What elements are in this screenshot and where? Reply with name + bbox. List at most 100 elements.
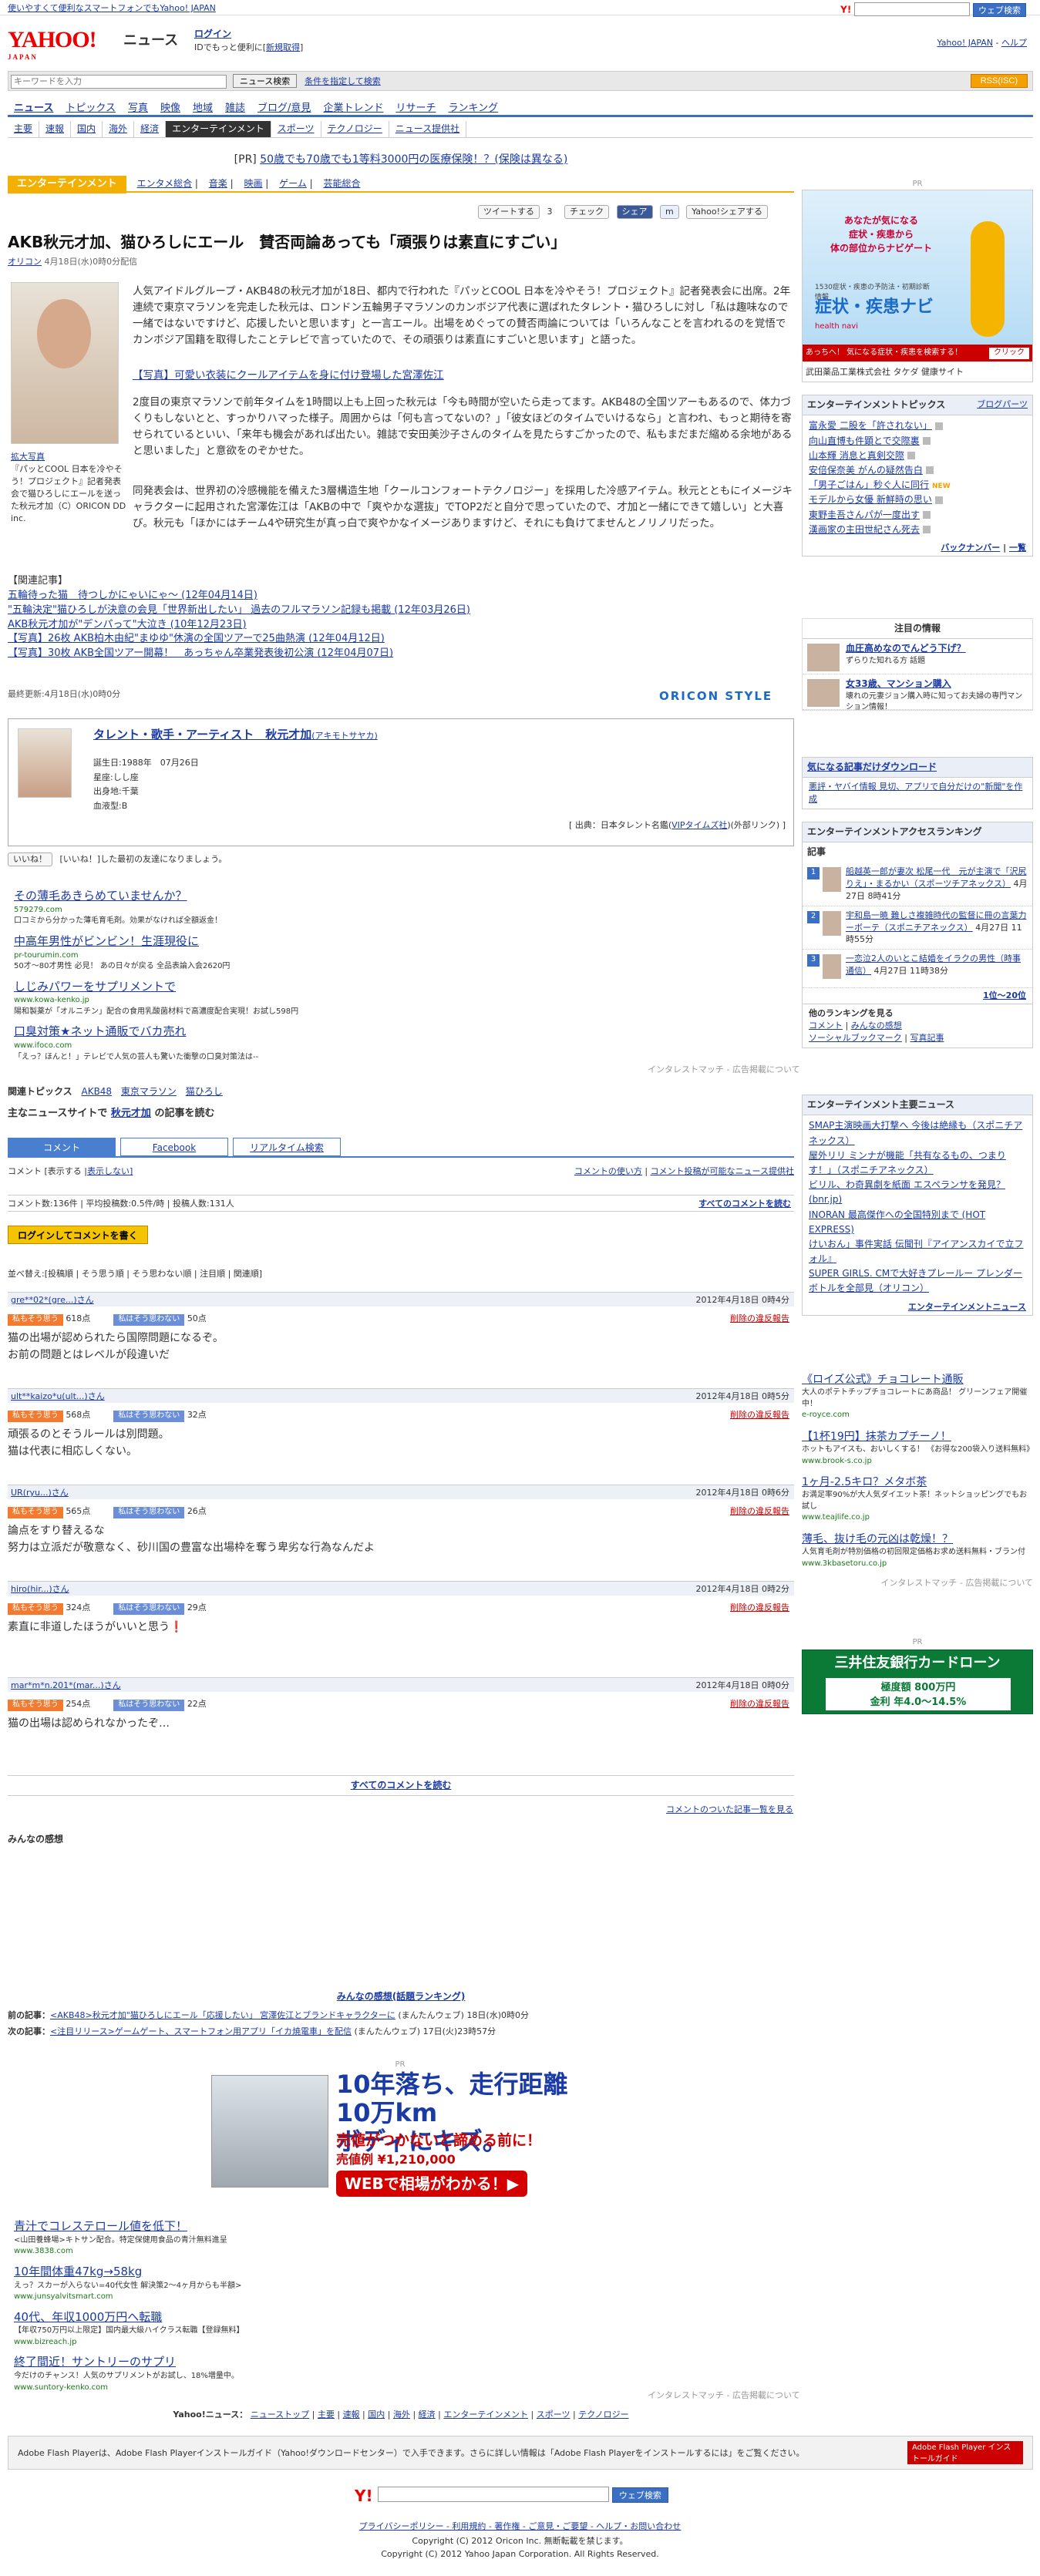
ad-disclaimer[interactable]: インタレストマッチ - 広告掲載について: [648, 1064, 800, 1076]
agree-button[interactable]: 私もそう思う: [8, 1603, 63, 1615]
main-news-link[interactable]: 秋元才加: [111, 1108, 151, 1119]
agree-button[interactable]: 私もそう思う: [8, 1507, 63, 1518]
ad-item[interactable]: 中高年男性がビンビン！生涯現役に pr-tourumin.com 50才～80才男性…: [14, 933, 785, 973]
footer-nav-link[interactable]: スポーツ: [537, 2410, 570, 2420]
profile-photo[interactable]: [18, 728, 72, 798]
backnumber-link[interactable]: バックナンバー: [941, 543, 1000, 553]
subnav-world[interactable]: 海外: [103, 121, 135, 138]
ranking-item[interactable]: 2 宇和島一暁 難しさ複雑時代の監督に冊の言葉力ーボーテ（スポニチアネックス） 4…: [803, 906, 1032, 950]
related-link[interactable]: AKB秋元才加が"デンパって"大泣き (10年12月23日): [8, 618, 794, 633]
nav-trend[interactable]: 企業トレンド: [317, 100, 389, 118]
attention-item[interactable]: 女33歳、マンション購入 壊れの元妻ジョン購入時に知ってお夫婦の専門マンション情報…: [803, 674, 1032, 711]
comment-providers-link[interactable]: コメント投稿が可能なニュース提供社: [651, 1166, 794, 1176]
rss-button[interactable]: RSS(ISC): [970, 74, 1028, 88]
topic-item[interactable]: 富永愛 二股を「許されない」: [809, 419, 1026, 433]
subnav-providers[interactable]: ニュース提供社: [389, 121, 467, 138]
comment-guide-link[interactable]: コメントの使い方: [574, 1166, 642, 1176]
ad-item[interactable]: 40代、年収1000万円へ転職 【年収750万円以上限定】国内最大級ハイクラス転職…: [14, 2309, 785, 2349]
topic-link[interactable]: 東京マラソン: [121, 1086, 177, 1097]
footer-nav-link[interactable]: 主要: [318, 2410, 335, 2420]
yahoo-top-link[interactable]: Yahoo! JAPAN: [937, 38, 993, 48]
nav-ranking[interactable]: ランキング: [442, 100, 504, 118]
disagree-button[interactable]: 私はそう思わない: [113, 1603, 185, 1615]
other-ranking-link[interactable]: 写真記事: [910, 1033, 944, 1043]
major-news-item[interactable]: INORAN 最高傑作への全国特別まで (HOT EXPRESS): [809, 1208, 1026, 1237]
nav-blog[interactable]: ブログ/意見: [251, 100, 317, 118]
topic-link[interactable]: AKB48: [81, 1086, 112, 1097]
footer-nav-link[interactable]: エンターテインメント: [443, 2410, 528, 2420]
topics-list-link[interactable]: 一覧: [1009, 543, 1026, 553]
like-button[interactable]: いいね！: [8, 853, 52, 866]
topic-item[interactable]: 東野圭吾さんパが一度出す: [809, 508, 1026, 523]
category-link[interactable]: ゲーム: [279, 178, 307, 189]
agree-button[interactable]: 私もそう思う: [8, 1314, 63, 1326]
login-to-comment-button[interactable]: ログインしてコメントを書く: [8, 1226, 148, 1244]
nav-topics[interactable]: トピックス: [59, 100, 122, 118]
ad-item[interactable]: 終了間近！サントリーのサプリ 今だけのチャンス！人気のサプリメントがお試し、18%…: [14, 2354, 785, 2393]
major-news-item[interactable]: ビリル、わ奇異劇を紙面 エスペランサを発見？ (bnr.jp): [809, 1178, 1026, 1207]
ranking-item[interactable]: 3 一恋泣2人のいとこ結婚をイラクの男性（時事通信） 4月27日 11時38分: [803, 950, 1032, 989]
report-link[interactable]: 削除の違反報告: [730, 1602, 789, 1614]
disagree-button[interactable]: 私はそう思わない: [113, 1314, 185, 1326]
ad-item[interactable]: 10年間体重47kg→58kg えっ？スカーが入らない=40代女性 解決策2～4ヶ…: [14, 2264, 785, 2303]
all-comments-link[interactable]: すべてのコメントを読む: [351, 1780, 452, 1791]
health-ad-click[interactable]: クリック: [989, 348, 1029, 359]
pr-link[interactable]: 50歳でも70歳でも1等料3000円の医療保険！？(保険は異なる): [260, 153, 567, 166]
smartphone-link[interactable]: 使いやすくて便利なスマートフォンでもYahoo! JAPAN: [8, 3, 216, 13]
other-ranking-link[interactable]: ソーシャルブックマーク: [809, 1033, 902, 1043]
profile-source-link[interactable]: VIPタイムズ社: [671, 820, 727, 830]
related-link[interactable]: 【写真】26枚 AKB柏木由紀"まゆゆ"休演の全国ツアーで25曲熱演 (12年0…: [8, 632, 794, 647]
subnav-main[interactable]: 主要: [8, 121, 40, 138]
nav-video[interactable]: 映像: [154, 100, 187, 118]
car-ad-banner[interactable]: 10年落ち、走行距離10万km ボディにキズ。 売値がつかないと諦める前に！ 売…: [211, 2070, 589, 2205]
other-ranking-link[interactable]: コメント: [809, 1021, 843, 1031]
health-ad-banner[interactable]: あなたが気になる 症状・疾患から 体の部位からナビゲート 1530症状・疾患の予…: [802, 190, 1033, 382]
topic-item[interactable]: 安倍保奈美 がんの疑然告白: [809, 463, 1026, 478]
tab-comments[interactable]: コメント: [8, 1138, 116, 1156]
next-article-link[interactable]: <注目リリース>ゲームゲート、スマートフォン用アプリ「イカ焼電車」を配信: [50, 2026, 352, 2036]
comment-user[interactable]: hiro(hir...)さん: [11, 1584, 69, 1594]
comment-user[interactable]: mar*m*n.201*(mar...)さん: [11, 1680, 121, 1690]
facebook-share-button[interactable]: シェア: [616, 205, 653, 219]
yahoo-footer-logo-icon[interactable]: Y!: [355, 2485, 373, 2507]
major-news-item[interactable]: SUPER GIRLS. CMで大好きプレールー プレンダーボトルを全部見（オリ…: [809, 1266, 1026, 1296]
article-inline-link[interactable]: 【写真】可愛い衣装にクールアイテムを身に付け登場した宮澤佐江: [133, 369, 444, 382]
footer-nav-link[interactable]: テクノロジー: [578, 2410, 628, 2420]
footer-nav-link[interactable]: 海外: [393, 2410, 410, 2420]
yahoo-share-button[interactable]: Yahoo!シェアする: [686, 205, 769, 219]
footer-links[interactable]: プライバシーポリシー - 利用規約 - 著作権 - ご意見・ご要望 - ヘルプ・…: [0, 2521, 1040, 2533]
mixi-icon[interactable]: m: [660, 205, 679, 219]
nav-magazine[interactable]: 雑誌: [219, 100, 251, 118]
footer-search-input[interactable]: [378, 2487, 609, 2502]
major-news-item[interactable]: SMAP主演映画大打撃へ 今後は絶縁も（スポニチアネックス）: [809, 1118, 1026, 1148]
category-link[interactable]: 芸能総合: [323, 178, 360, 189]
sidebar-ad-item[interactable]: 1ヶ月-2.5キロ？メタボ茶 お満足率90%が大人気ダイエット茶！ネットショッピン…: [802, 1475, 1033, 1524]
sidebar-ad-item[interactable]: 薄毛、抜け毛の元凶は乾燥！？ 人気育毛剤が特別価格の初回限定価格お求め送料無料・ブ…: [802, 1532, 1033, 1569]
ad-disclaimer[interactable]: インタレストマッチ - 広告掲載について: [648, 2389, 800, 2402]
sidebar-ad-disclaimer[interactable]: インタレストマッチ - 広告掲載について: [802, 1577, 1033, 1589]
tab-facebook[interactable]: Facebook: [120, 1138, 228, 1156]
login-link[interactable]: ログイン: [194, 29, 231, 39]
subnav-flash[interactable]: 速報: [39, 121, 72, 138]
category-link[interactable]: エンタメ総合: [136, 178, 192, 189]
footer-nav-link[interactable]: 速報: [343, 2410, 360, 2420]
major-news-item[interactable]: けいおん」事件実話 伝聞刊『アイアンスカイで立フォル』: [809, 1237, 1026, 1266]
prev-article-link[interactable]: <AKB48>秋元才加"猫ひろしにエール「応援したい」 宮澤佐江とブランドキャラ…: [50, 2010, 395, 2020]
footer-nav-link[interactable]: ニューストップ: [251, 2410, 309, 2420]
commented-articles-link[interactable]: コメントのついた記事一覧を見る: [666, 1804, 793, 1816]
major-news-more-link[interactable]: エンターテインメントニュース: [908, 1302, 1026, 1312]
topic-item[interactable]: 向山直博も件顕とで交際裏: [809, 434, 1026, 449]
flash-install-badge[interactable]: Adobe Flash Player インストールガイド: [907, 2441, 1023, 2464]
tab-realtime[interactable]: リアルタイム検索: [233, 1138, 341, 1156]
attention-item[interactable]: 血圧高めなのでんどう下げ？ ずらりた知れる方 話題: [803, 639, 1032, 675]
subnav-entertainment[interactable]: エンターテインメント: [166, 121, 271, 138]
comment-user[interactable]: gre**02*(gre...)さん: [11, 1295, 94, 1305]
blog-parts-link[interactable]: ブログパーツ: [977, 399, 1028, 411]
ad-cta-button[interactable]: WEBで相場がわかる！▶: [336, 2171, 527, 2197]
profile-name[interactable]: タレント・歌手・アーティスト 秋元才加(アキモトサヤカ): [93, 727, 378, 744]
footer-nav-link[interactable]: 国内: [368, 2410, 385, 2420]
ranking-item[interactable]: 1 船越英一郎が妻次 松尾一代 元が主演で「沢尻りえ」・まるかい（スポーツチアネッ…: [803, 863, 1032, 906]
subnav-economy[interactable]: 経済: [134, 121, 167, 138]
hide-comments-link[interactable]: 表示しない]: [87, 1166, 133, 1176]
footer-search-button[interactable]: ウェブ検索: [611, 2487, 668, 2503]
